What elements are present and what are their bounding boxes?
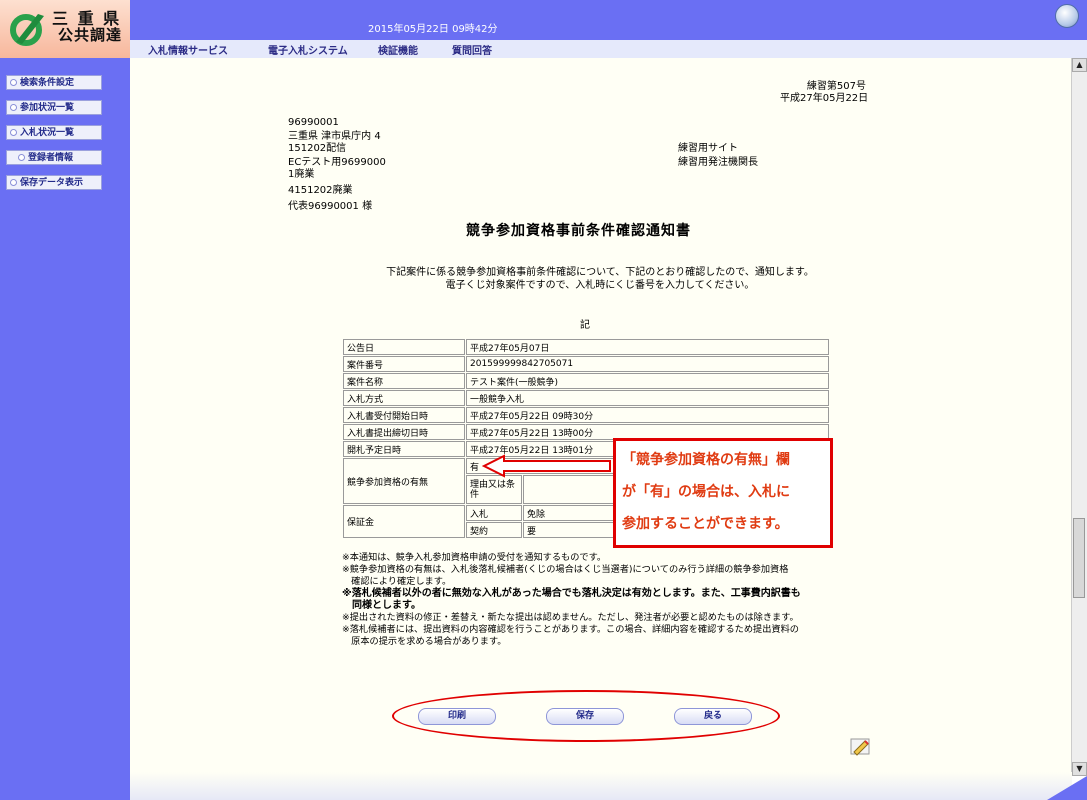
annotation-arrow-icon	[482, 454, 611, 478]
bullet-icon	[10, 129, 17, 136]
recipient-name: 代表96990001 様	[288, 201, 373, 212]
reason-label: 理由又は条件	[466, 475, 522, 504]
sidebar-item-registrant-info[interactable]: 登録者情報	[6, 150, 102, 165]
save-button[interactable]: 保存	[546, 708, 624, 725]
logo-subtitle: 公共調達	[58, 26, 123, 44]
corner-decoration-icon	[1047, 776, 1087, 800]
table-row: 案件番号 2015999998427050​71	[343, 356, 829, 372]
sidebar-item-participation-list[interactable]: 参加状況一覧	[6, 100, 102, 115]
bottom-strip	[130, 772, 1072, 800]
sidebar-item-search-settings[interactable]: 検索条件設定	[6, 75, 102, 90]
deposit-contract-label: 契約	[466, 522, 522, 538]
table-row: 入札方式 一般競争入札	[343, 390, 829, 406]
scrollbar-thumb[interactable]	[1073, 518, 1085, 598]
ki-heading: 記	[580, 320, 590, 331]
table-row: 入札書受付開始日時 平成27年05月22日 09時30分	[343, 407, 829, 423]
bullet-icon	[10, 179, 17, 186]
print-button[interactable]: 印刷	[418, 708, 496, 725]
recipient-line: 1廃業	[288, 169, 315, 180]
back-button[interactable]: 戻る	[674, 708, 752, 725]
document-area: 練習第507号 平成27年05月22日 96990001 三重県 津市県庁内 4…	[130, 58, 1072, 786]
sender-site: 練習用サイト	[678, 143, 738, 154]
doc-date: 平成27年05月22日	[780, 93, 869, 104]
qualification-label: 競争参加資格の有無	[343, 458, 465, 504]
annotation-callout: 「競争参加資格の有無」欄 が「有」の場合は、入札に 参加することができます。	[613, 438, 833, 548]
scroll-up-icon[interactable]: ▲	[1072, 58, 1087, 72]
vertical-scrollbar[interactable]: ▲ ▼	[1071, 58, 1087, 776]
sidebar: 検索条件設定 参加状況一覧 入札状況一覧 登録者情報 保存データ表示	[0, 58, 130, 800]
intro-text: 下記案件に係る競争参加資格事前条件確認について、下記のとおり確認したので、通知し…	[386, 267, 814, 291]
scroll-down-icon[interactable]: ▼	[1072, 762, 1087, 776]
menu-item-qa[interactable]: 質問回答	[452, 42, 492, 57]
menu-item-verify[interactable]: 検証機能	[378, 42, 418, 57]
menu-bar: 入札情報サービス 電子入札システム 検証機能 質問回答	[130, 40, 1087, 58]
menu-item-e-bid[interactable]: 電子入札システム	[268, 42, 348, 57]
page-title: 競争参加資格事前条件確認通知書	[466, 223, 691, 239]
bullet-icon	[18, 154, 25, 161]
table-row: 公告日 平成27年05月07日	[343, 339, 829, 355]
header-datetime: 2015年05月22日 09時42分	[368, 24, 498, 35]
bullet-icon	[10, 104, 17, 111]
bullet-icon	[10, 79, 17, 86]
sidebar-item-bid-status-list[interactable]: 入札状況一覧	[6, 125, 102, 140]
help-globe-icon[interactable]	[1055, 4, 1079, 28]
header: 2015年05月22日 09時42分	[130, 0, 1087, 40]
recipient-line: 151202配信	[288, 143, 347, 154]
deposit-bid-label: 入札	[466, 505, 522, 521]
pencil-icon[interactable]	[850, 738, 872, 756]
deposit-label: 保証金	[343, 505, 465, 538]
logo-mark-icon	[10, 14, 44, 46]
recipient-line: 4151202廃業	[288, 185, 353, 196]
notes: ※本通知は、競争入札参加資格申請の受付を通知するものです。 ※競争参加資格の有無…	[342, 552, 801, 647]
menu-item-bid-info[interactable]: 入札情報サービス	[148, 42, 228, 57]
recipient-line: 96990001	[288, 117, 339, 128]
table-row: 案件名称 テスト案件(一般競争)	[343, 373, 829, 389]
sender-agency: 練習用発注機関長	[678, 157, 758, 168]
sidebar-item-saved-data[interactable]: 保存データ表示	[6, 175, 102, 190]
logo: 三 重 県 公共調達	[0, 0, 130, 58]
